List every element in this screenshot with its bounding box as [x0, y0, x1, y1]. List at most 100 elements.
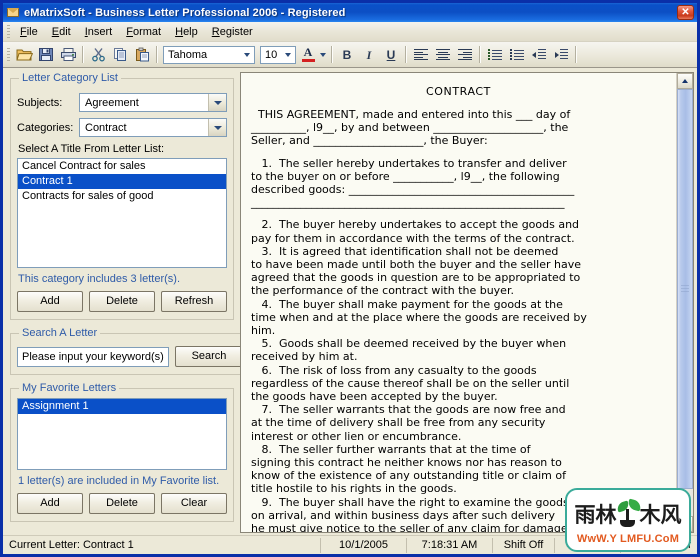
print-icon[interactable] [57, 44, 79, 65]
left-panel: Letter Category List Subjects: Agreement… [3, 68, 239, 535]
scrollbar-track[interactable] [677, 89, 693, 516]
close-button[interactable]: ✕ [677, 5, 694, 20]
numbered-list-icon [510, 49, 524, 60]
numbered-list-button[interactable] [506, 44, 528, 65]
chevron-down-icon[interactable] [281, 47, 295, 63]
font-color-letter: A [304, 47, 313, 58]
status-shift: Shift Off [493, 538, 555, 553]
list-item[interactable]: Contract 1 [18, 174, 226, 189]
toolbar-grip[interactable] [7, 48, 10, 61]
document-title: CONTRACT [251, 85, 666, 98]
search-row: Search [17, 346, 243, 367]
categories-row: Categories: Contract [17, 118, 227, 137]
search-input[interactable] [17, 347, 169, 367]
open-icon[interactable] [13, 44, 35, 65]
font-color-button[interactable]: A [299, 45, 317, 65]
title-bar: eMatrixSoft - Business Letter Profession… [3, 3, 697, 22]
font-name-value: Tahoma [164, 49, 240, 61]
search-letter-group: Search A Letter Search [10, 327, 250, 375]
document-scrollbar[interactable] [676, 73, 693, 532]
font-color-dropdown-icon[interactable] [317, 45, 328, 65]
bullet-list-icon [488, 49, 502, 60]
font-name-combo[interactable]: Tahoma [163, 46, 255, 64]
chevron-down-icon[interactable] [208, 94, 226, 111]
categories-value: Contract [80, 122, 208, 134]
categories-label: Categories: [17, 122, 79, 134]
toolbar-separator [156, 46, 158, 63]
cut-icon[interactable] [87, 44, 109, 65]
menu-item-file[interactable]: File [13, 24, 45, 40]
scroll-up-button[interactable] [677, 73, 693, 89]
menu-bar: File Edit Insert Format Help Register [3, 22, 697, 42]
toolbar: Tahoma 10 A B I U [3, 42, 697, 68]
align-center-button[interactable] [432, 44, 454, 65]
document-paragraph: 2. The buyer hereby undertakes to accept… [251, 218, 666, 532]
paste-icon[interactable] [131, 44, 153, 65]
chevron-down-icon[interactable] [240, 47, 254, 63]
menu-item-register[interactable]: Register [205, 24, 260, 40]
sprout-icon [618, 502, 639, 528]
align-left-button[interactable] [410, 44, 432, 65]
watermark-url: WwW.Y LMFU.CoM [577, 533, 679, 545]
italic-button[interactable]: I [358, 44, 380, 65]
add-favorite-button[interactable]: Add [17, 493, 83, 514]
categories-dropdown[interactable]: Contract [79, 118, 227, 137]
decrease-indent-button[interactable] [528, 44, 550, 65]
subjects-dropdown[interactable]: Agreement [79, 93, 227, 112]
favorite-list[interactable]: Assignment 1 [17, 398, 227, 470]
increase-indent-button[interactable] [550, 44, 572, 65]
menu-item-help[interactable]: Help [168, 24, 205, 40]
delete-favorite-button[interactable]: Delete [89, 493, 155, 514]
refresh-letter-button[interactable]: Refresh [161, 291, 227, 312]
status-current-letter: Current Letter: Contract 1 [3, 538, 321, 553]
list-item[interactable]: Cancel Contract for sales [18, 159, 226, 174]
document-editor[interactable]: CONTRACT THIS AGREEMENT, made and entere… [241, 73, 676, 532]
menu-item-format[interactable]: Format [119, 24, 168, 40]
menu-item-insert[interactable]: Insert [78, 24, 120, 40]
delete-letter-button[interactable]: Delete [89, 291, 155, 312]
font-size-combo[interactable]: 10 [260, 46, 296, 64]
italic-label: I [367, 49, 372, 61]
menu-grip[interactable] [7, 25, 10, 38]
increase-indent-icon [554, 49, 568, 60]
align-right-button[interactable] [454, 44, 476, 65]
subjects-label: Subjects: [17, 97, 79, 109]
bullet-list-button[interactable] [484, 44, 506, 65]
font-size-value: 10 [261, 49, 281, 61]
main-body: Letter Category List Subjects: Agreement… [3, 68, 697, 535]
status-date: 10/1/2005 [321, 538, 407, 553]
clear-favorite-button[interactable]: Clear [161, 493, 227, 514]
bold-label: B [343, 49, 352, 61]
letter-category-group: Letter Category List Subjects: Agreement… [10, 72, 234, 320]
chevron-down-icon[interactable] [208, 119, 226, 136]
select-title-label: Select A Title From Letter List: [18, 143, 227, 155]
underline-button[interactable]: U [380, 44, 402, 65]
scrollbar-thumb[interactable] [677, 89, 693, 489]
document-paragraph: THIS AGREEMENT, made and entered into th… [251, 108, 666, 148]
bold-button[interactable]: B [336, 44, 358, 65]
favorite-letters-legend: My Favorite Letters [19, 382, 119, 394]
category-button-row: Add Delete Refresh [17, 291, 227, 312]
letter-count-hint: This category includes 3 letter(s). [18, 273, 227, 285]
align-left-icon [414, 49, 428, 60]
toolbar-separator [479, 46, 481, 63]
menu-item-edit[interactable]: Edit [45, 24, 78, 40]
list-item[interactable]: Contracts for sales of good [18, 189, 226, 204]
document-panel: CONTRACT THIS AGREEMENT, made and entere… [240, 72, 694, 533]
watermark-badge: 雨林 木风 WwW.Y LMFU.CoM [565, 488, 691, 552]
align-center-icon [436, 49, 450, 60]
subjects-row: Subjects: Agreement [17, 93, 227, 112]
save-icon[interactable] [35, 44, 57, 65]
document-paragraph: 1. The seller hereby undertakes to trans… [251, 157, 666, 210]
copy-icon[interactable] [109, 44, 131, 65]
add-letter-button[interactable]: Add [17, 291, 83, 312]
font-color-swatch [302, 59, 315, 62]
list-item[interactable]: Assignment 1 [18, 399, 226, 414]
search-button[interactable]: Search [175, 346, 243, 367]
toolbar-separator [575, 46, 577, 63]
chevron-up-icon [682, 79, 688, 83]
letter-list[interactable]: Cancel Contract for sales Contract 1 Con… [17, 158, 227, 268]
window-title: eMatrixSoft - Business Letter Profession… [24, 7, 677, 19]
favorite-button-row: Add Delete Clear [17, 493, 227, 514]
align-right-icon [458, 49, 472, 60]
